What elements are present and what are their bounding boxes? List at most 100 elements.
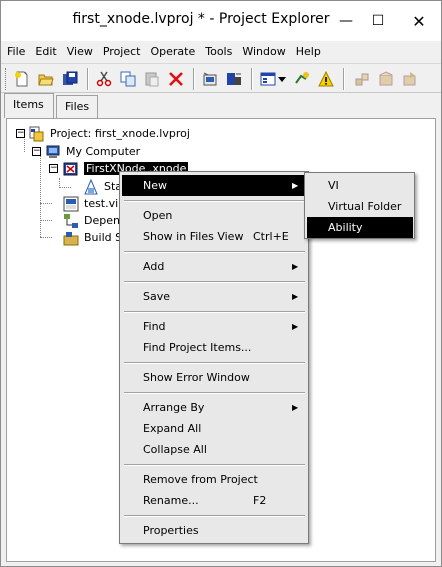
submenu-item-vi[interactable]: VI — [307, 175, 413, 196]
save-all-icon[interactable] — [61, 70, 79, 88]
tab-files[interactable]: Files — [56, 95, 98, 118]
menu-file[interactable]: File — [2, 41, 30, 63]
menu-view[interactable]: View — [62, 41, 98, 63]
menu-separator — [124, 200, 305, 202]
menu-item-arrange-by[interactable]: Arrange By ▶ — [122, 397, 307, 418]
menu-item-open[interactable]: Open — [122, 205, 307, 226]
menu-item-label: Save — [143, 290, 171, 303]
tab-items[interactable]: Items — [4, 93, 54, 118]
delete-icon[interactable] — [167, 70, 185, 88]
context-menu: New ▶ Open Show in Files View Ctrl+E Add… — [119, 171, 309, 544]
menu-item-rename[interactable]: Rename... F2 — [122, 490, 307, 511]
menu-item-find[interactable]: Find ▶ — [122, 316, 307, 337]
menu-item-label: Find — [143, 320, 166, 333]
tree-item-project[interactable]: Project: first_xnode.lvproj — [29, 125, 190, 142]
tree-item-test-vi[interactable]: test.vi — [63, 195, 118, 212]
menu-window[interactable]: Window — [237, 41, 290, 63]
collapse-toggle[interactable]: − — [49, 164, 58, 173]
title-bar: first_xnode.lvproj * - Project Explorer … — [1, 1, 441, 41]
menu-item-label: Open — [143, 209, 173, 222]
menu-tools[interactable]: Tools — [200, 41, 237, 63]
view-options-icon[interactable] — [259, 70, 277, 88]
submenu-arrow-icon: ▶ — [292, 403, 299, 412]
menu-operate[interactable]: Operate — [145, 41, 200, 63]
toolbar-separator — [87, 68, 89, 90]
new-icon[interactable] — [13, 70, 31, 88]
menu-item-new[interactable]: New ▶ — [122, 175, 307, 196]
submenu-arrow-icon: ▶ — [292, 181, 299, 190]
open-folder-icon[interactable] — [37, 70, 55, 88]
xnode-icon — [63, 161, 79, 177]
menu-item-label: Find Project Items... — [143, 341, 252, 354]
menu-item-label: New — [143, 179, 167, 192]
close-button[interactable]: ✕ — [404, 7, 434, 35]
tree-item-dependencies[interactable]: Depen — [63, 212, 120, 229]
menu-item-label: Show Error Window — [143, 371, 250, 384]
menu-bar: File Edit View Project Operate Tools Win… — [1, 41, 441, 63]
menu-item-show-in-files-view[interactable]: Show in Files View Ctrl+E — [122, 226, 307, 247]
project-icon — [29, 126, 45, 142]
vi-icon — [63, 196, 79, 212]
tree-item-build-specifications[interactable]: Build S — [63, 229, 122, 246]
tree-connector — [40, 203, 52, 204]
menu-edit[interactable]: Edit — [30, 41, 61, 63]
menu-item-collapse-all[interactable]: Collapse All — [122, 439, 307, 460]
menu-item-properties[interactable]: Properties — [122, 520, 307, 541]
minimize-button[interactable]: — — [331, 7, 361, 35]
build-icon[interactable] — [201, 70, 219, 88]
menu-item-label: Collapse All — [143, 443, 207, 456]
menu-item-show-error-window[interactable]: Show Error Window — [122, 367, 307, 388]
tree-item-my-computer[interactable]: My Computer — [45, 143, 140, 160]
collapse-toggle[interactable]: − — [32, 147, 41, 156]
resolve-conflicts-icon[interactable] — [293, 70, 311, 88]
tree-item-label: test.vi — [84, 197, 119, 210]
toolbar-separator — [193, 68, 195, 90]
checkin-icon[interactable] — [401, 70, 419, 88]
tree-item-label: Project: first_xnode.lvproj — [50, 127, 190, 140]
toolbar-separator — [343, 68, 345, 90]
tree-connector — [40, 153, 41, 237]
toolbar — [1, 63, 441, 93]
menu-item-label: Arrange By — [143, 401, 205, 414]
menu-help[interactable]: Help — [291, 41, 326, 63]
toolbar-grip[interactable] — [5, 68, 8, 90]
paste-icon[interactable] — [143, 70, 161, 88]
submenu-item-virtual-folder[interactable]: Virtual Folder — [307, 196, 413, 217]
checkout-icon[interactable] — [377, 70, 395, 88]
copy-icon[interactable] — [119, 70, 137, 88]
tree-connector — [40, 220, 52, 221]
tree-connector — [59, 187, 71, 188]
tree-item-label: My Computer — [66, 145, 141, 158]
menu-project[interactable]: Project — [98, 41, 146, 63]
tree-item-label: Depen — [84, 214, 120, 227]
submenu-arrow-icon: ▶ — [292, 292, 299, 301]
menu-separator — [124, 311, 305, 313]
menu-item-shortcut: Ctrl+E — [253, 230, 289, 243]
menu-item-remove-from-project[interactable]: Remove from Project — [122, 469, 307, 490]
dependencies-icon — [63, 213, 79, 229]
menu-separator — [124, 464, 305, 466]
computer-icon — [45, 144, 61, 160]
menu-item-expand-all[interactable]: Expand All — [122, 418, 307, 439]
tab-strip: Items Files — [1, 93, 441, 118]
menu-separator — [124, 362, 305, 364]
toolbar-separator — [251, 68, 253, 90]
cut-icon[interactable] — [95, 70, 113, 88]
tree-item-label: Build S — [84, 231, 123, 244]
menu-item-label: Remove from Project — [143, 473, 258, 486]
menu-item-find-project-items[interactable]: Find Project Items... — [122, 337, 307, 358]
submenu-item-ability[interactable]: Ability — [307, 217, 413, 238]
menu-item-label: Show in Files View — [143, 230, 244, 243]
menu-item-label: Rename... — [143, 494, 199, 507]
tree-item-state[interactable]: Sta — [83, 178, 122, 195]
menu-item-label: Add — [143, 260, 165, 273]
collapse-toggle[interactable]: − — [16, 129, 25, 138]
warning-icon[interactable] — [317, 70, 335, 88]
menu-item-add[interactable]: Add ▶ — [122, 256, 307, 277]
source-control-icon[interactable] — [353, 70, 371, 88]
deploy-icon[interactable] — [225, 70, 243, 88]
maximize-button[interactable]: ☐ — [363, 7, 393, 35]
new-submenu: VI Virtual Folder Ability — [304, 172, 415, 239]
menu-item-save[interactable]: Save ▶ — [122, 286, 307, 307]
chevron-down-icon[interactable] — [277, 70, 287, 88]
